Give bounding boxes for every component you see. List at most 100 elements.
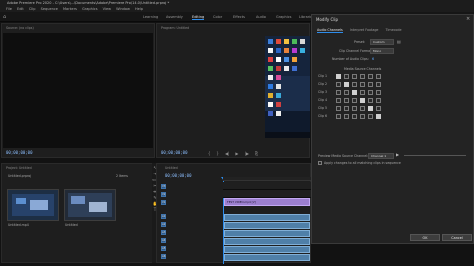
track-a5[interactable]: A5 — [161, 246, 166, 251]
channel-checkbox[interactable] — [344, 82, 349, 87]
channel-checkbox[interactable] — [352, 106, 357, 111]
track-lane-v2[interactable] — [223, 190, 311, 198]
workspace-editing[interactable]: Editing — [192, 15, 205, 20]
video-clip[interactable]: TEST VIDEO.mp4 [V] — [224, 198, 310, 206]
channel-checkbox[interactable] — [368, 90, 373, 95]
channel-checkbox[interactable] — [344, 98, 349, 103]
channel-checkbox[interactable] — [376, 82, 381, 87]
audio-clip-6[interactable] — [224, 254, 310, 261]
step-back-icon[interactable]: ◀| — [225, 151, 229, 156]
timeline-timecode[interactable]: 00;00;00;00 — [165, 173, 192, 178]
track-a3[interactable]: A3 — [161, 230, 166, 235]
preset-dropdown[interactable]: Custom — [370, 39, 394, 45]
channel-checkbox[interactable] — [360, 114, 365, 119]
channel-checkbox[interactable] — [376, 98, 381, 103]
preview-slider[interactable] — [404, 155, 466, 156]
preview-channel-dropdown[interactable]: Channel 1 — [368, 153, 394, 159]
track-lane-v3[interactable] — [223, 182, 311, 190]
menu-help[interactable]: Help — [135, 7, 143, 11]
project-panel-tab[interactable]: Project: Untitled — [6, 166, 32, 170]
save-preset-icon[interactable]: ▤ — [397, 39, 401, 44]
channel-checkbox[interactable] — [336, 106, 341, 111]
menu-edit[interactable]: Edit — [17, 7, 24, 11]
workspace-graphics[interactable]: Graphics — [276, 15, 291, 19]
project-sequence-thumbnail[interactable] — [64, 189, 116, 221]
channel-checkbox[interactable] — [360, 90, 365, 95]
preview-play-icon[interactable]: ▶ — [396, 152, 399, 157]
track-a6[interactable]: A6 — [161, 254, 166, 259]
channel-checkbox[interactable] — [352, 74, 357, 79]
channel-checkbox[interactable] — [336, 82, 341, 87]
menu-window[interactable]: Window — [116, 7, 130, 11]
track-a2[interactable]: A2 — [161, 222, 166, 227]
channel-checkbox[interactable] — [336, 114, 341, 119]
menu-view[interactable]: View — [103, 7, 111, 11]
time-ruler[interactable] — [223, 177, 311, 181]
menu-sequence[interactable]: Sequence — [41, 7, 58, 11]
channel-checkbox[interactable] — [336, 90, 341, 95]
program-monitor-tab[interactable]: Program: Untitled — [161, 26, 189, 30]
track-v1[interactable]: V1 — [161, 200, 166, 205]
workspace-effects[interactable]: Effects — [233, 15, 245, 19]
audio-clip-5[interactable] — [224, 246, 310, 253]
audio-clip-3[interactable] — [224, 230, 310, 237]
channel-checkbox[interactable] — [376, 74, 381, 79]
mark-in-icon[interactable]: { — [208, 151, 211, 156]
channel-checkbox[interactable] — [352, 82, 357, 87]
channel-checkbox[interactable] — [376, 114, 381, 119]
channel-checkbox[interactable] — [376, 90, 381, 95]
close-icon[interactable]: × — [466, 16, 470, 22]
timeline-tab[interactable]: Untitled — [165, 166, 178, 170]
workspace-color[interactable]: Color — [213, 15, 222, 19]
channel-checkbox[interactable] — [344, 106, 349, 111]
workspace-learning[interactable]: Learning — [143, 15, 158, 19]
channel-checkbox[interactable] — [360, 106, 365, 111]
track-v2[interactable]: V2 — [161, 192, 166, 197]
track-a4[interactable]: A4 — [161, 238, 166, 243]
num-clips-value[interactable]: 6 — [372, 57, 374, 61]
channel-checkbox[interactable] — [368, 106, 373, 111]
channel-checkbox[interactable] — [352, 90, 357, 95]
workspace-assembly[interactable]: Assembly — [166, 15, 183, 19]
cancel-button[interactable]: Cancel — [442, 234, 472, 241]
audio-clip-4[interactable] — [224, 238, 310, 245]
channel-checkbox[interactable] — [376, 106, 381, 111]
audio-clip-2[interactable] — [224, 222, 310, 229]
channel-checkbox[interactable] — [360, 98, 365, 103]
menu-file[interactable]: File — [6, 7, 12, 11]
channel-checkbox[interactable] — [368, 74, 373, 79]
track-v3[interactable]: V3 — [161, 184, 166, 189]
channel-checkbox[interactable] — [336, 74, 341, 79]
menu-graphics[interactable]: Graphics — [82, 7, 97, 11]
track-a1[interactable]: A1 — [161, 214, 166, 219]
channel-checkbox[interactable] — [352, 114, 357, 119]
channel-checkbox[interactable] — [352, 98, 357, 103]
channel-format-dropdown[interactable]: Mono — [370, 48, 394, 54]
channel-checkbox[interactable] — [360, 82, 365, 87]
step-forward-icon[interactable]: |▶ — [244, 151, 248, 156]
project-item-thumbnail[interactable] — [7, 189, 59, 221]
channel-checkbox[interactable] — [344, 90, 349, 95]
menu-clip[interactable]: Clip — [29, 7, 36, 11]
channel-checkbox[interactable] — [344, 114, 349, 119]
ok-button[interactable]: OK — [410, 234, 440, 241]
audio-clip-1[interactable] — [224, 214, 310, 221]
source-monitor-tab[interactable]: Source: (no clips) — [6, 26, 34, 30]
menu-markers[interactable]: Markers — [63, 7, 77, 11]
workspace-audio[interactable]: Audio — [256, 15, 266, 19]
tab-interpret-footage[interactable]: Interpret Footage — [350, 28, 379, 32]
mark-out-icon[interactable]: } — [216, 151, 219, 156]
channel-checkbox[interactable] — [368, 114, 373, 119]
apply-all-checkbox[interactable] — [318, 161, 322, 165]
channel-checkbox[interactable] — [368, 82, 373, 87]
play-icon[interactable]: ▶ — [235, 151, 238, 156]
source-timecode[interactable]: 00;00;00;00 — [6, 150, 33, 155]
channel-checkbox[interactable] — [344, 74, 349, 79]
channel-checkbox[interactable] — [368, 98, 373, 103]
tab-timecode[interactable]: Timecode — [386, 28, 402, 32]
home-icon[interactable]: ⌂ — [3, 14, 6, 20]
channel-checkbox[interactable] — [360, 74, 365, 79]
channel-checkbox[interactable] — [336, 98, 341, 103]
export-frame-icon[interactable]: ⎘ — [255, 151, 258, 156]
tracks-area[interactable]: TEST VIDEO.mp4 [V] — [223, 182, 311, 262]
